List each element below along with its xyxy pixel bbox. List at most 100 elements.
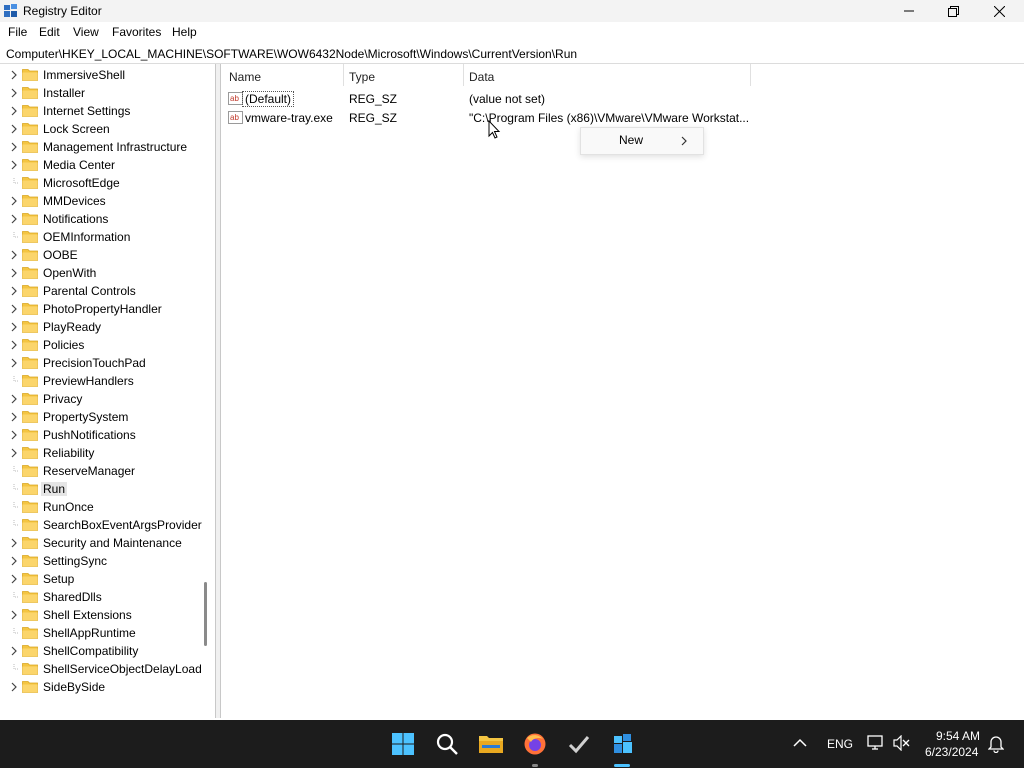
chevron-right-icon[interactable]: [9, 70, 19, 80]
chevron-right-icon[interactable]: [9, 646, 19, 656]
chevron-right-icon[interactable]: [9, 196, 19, 206]
tree-item[interactable]: Setup: [0, 570, 200, 588]
column-header-type[interactable]: Type: [349, 70, 375, 84]
tree-item[interactable]: ReserveManager: [0, 462, 200, 480]
tree-item[interactable]: Run: [0, 480, 200, 498]
chevron-right-icon[interactable]: [9, 430, 19, 440]
menu-view[interactable]: View: [73, 25, 99, 39]
chevron-right-icon[interactable]: [9, 286, 19, 296]
tree-item[interactable]: Media Center: [0, 156, 200, 174]
tree-item[interactable]: Shell Extensions: [0, 606, 200, 624]
folder-icon: [22, 69, 38, 81]
chevron-right-icon[interactable]: [9, 448, 19, 458]
chevron-right-icon[interactable]: [9, 106, 19, 116]
chevron-right-icon[interactable]: [9, 268, 19, 278]
notification-bell-icon[interactable]: [988, 735, 1004, 753]
menu-help[interactable]: Help: [172, 25, 197, 39]
address-bar[interactable]: Computer\HKEY_LOCAL_MACHINE\SOFTWARE\WOW…: [0, 44, 1024, 64]
tree-item[interactable]: PropertySystem: [0, 408, 200, 426]
column-divider[interactable]: [463, 64, 464, 86]
value-name: (Default): [241, 91, 295, 107]
tree-item[interactable]: Policies: [0, 336, 200, 354]
column-divider[interactable]: [343, 64, 344, 86]
chevron-right-icon[interactable]: [9, 142, 19, 152]
tree-item[interactable]: PreviewHandlers: [0, 372, 200, 390]
tree-item[interactable]: ShellCompatibility: [0, 642, 200, 660]
taskbar-firefox[interactable]: [521, 730, 549, 758]
chevron-right-icon[interactable]: [9, 682, 19, 692]
chevron-right-icon[interactable]: [9, 214, 19, 224]
folder-icon: [22, 249, 38, 261]
chevron-right-icon[interactable]: [9, 304, 19, 314]
chevron-right-icon[interactable]: [9, 412, 19, 422]
chevron-right-icon[interactable]: [9, 88, 19, 98]
tree-item[interactable]: MicrosoftEdge: [0, 174, 200, 192]
tree-item[interactable]: SideBySide: [0, 678, 200, 696]
tree-item[interactable]: SettingSync: [0, 552, 200, 570]
tree-item[interactable]: MMDevices: [0, 192, 200, 210]
chevron-right-icon[interactable]: [9, 124, 19, 134]
tree-item[interactable]: Security and Maintenance: [0, 534, 200, 552]
volume-muted-icon[interactable]: [893, 735, 911, 751]
chevron-right-icon[interactable]: [9, 574, 19, 584]
column-header-data[interactable]: Data: [469, 70, 494, 84]
tree-item[interactable]: Management Infrastructure: [0, 138, 200, 156]
tree-item[interactable]: OOBE: [0, 246, 200, 264]
menu-favorites[interactable]: Favorites: [112, 25, 161, 39]
tree-item[interactable]: Internet Settings: [0, 102, 200, 120]
context-menu-new[interactable]: New: [619, 133, 643, 147]
column-header-name[interactable]: Name: [229, 70, 261, 84]
tree-item[interactable]: OpenWith: [0, 264, 200, 282]
taskbar-registry-editor[interactable]: [609, 730, 637, 758]
tree-item[interactable]: PrecisionTouchPad: [0, 354, 200, 372]
close-button[interactable]: [976, 0, 1022, 22]
clock-time[interactable]: 9:54 AM: [936, 729, 980, 743]
taskbar-search-button[interactable]: [433, 730, 461, 758]
chevron-right-icon[interactable]: [9, 160, 19, 170]
tree-item[interactable]: SharedDlls: [0, 588, 200, 606]
menu-edit[interactable]: Edit: [39, 25, 60, 39]
chevron-right-icon[interactable]: [9, 538, 19, 548]
chevron-right-icon[interactable]: [9, 610, 19, 620]
language-indicator[interactable]: ENG: [827, 737, 853, 751]
tree-item[interactable]: ShellAppRuntime: [0, 624, 200, 642]
tree-item[interactable]: Reliability: [0, 444, 200, 462]
maximize-button[interactable]: [930, 0, 976, 22]
value-row[interactable]: ab vmware-tray.exe REG_SZ "C:\Program Fi…: [221, 109, 1021, 127]
chevron-right-icon: [681, 136, 687, 146]
chevron-right-icon[interactable]: [9, 556, 19, 566]
value-row[interactable]: ab (Default) REG_SZ (value not set): [221, 90, 1021, 108]
tree-item[interactable]: PushNotifications: [0, 426, 200, 444]
chevron-right-icon[interactable]: [9, 358, 19, 368]
address-path[interactable]: Computer\HKEY_LOCAL_MACHINE\SOFTWARE\WOW…: [6, 47, 577, 61]
chevron-right-icon[interactable]: [9, 340, 19, 350]
tree-item[interactable]: OEMInformation: [0, 228, 200, 246]
tree-item[interactable]: RunOnce: [0, 498, 200, 516]
network-icon[interactable]: [867, 735, 885, 751]
tree-item[interactable]: SearchBoxEventArgsProvider: [0, 516, 202, 534]
clock-date[interactable]: 6/23/2024: [925, 745, 978, 759]
menu-file[interactable]: File: [8, 25, 27, 39]
tree-item[interactable]: PlayReady: [0, 318, 200, 336]
column-divider[interactable]: [750, 64, 751, 86]
show-hidden-icons-chevron-up-icon[interactable]: [793, 738, 807, 748]
values-list[interactable]: Name Type Data ab (Default) REG_SZ (valu…: [220, 64, 1023, 718]
tree-item[interactable]: PhotoPropertyHandler: [0, 300, 200, 318]
start-button[interactable]: [389, 730, 417, 758]
tree-item[interactable]: Lock Screen: [0, 120, 200, 138]
tree-item[interactable]: Parental Controls: [0, 282, 200, 300]
tree-item[interactable]: Notifications: [0, 210, 200, 228]
tree-item[interactable]: ShellServiceObjectDelayLoad: [0, 660, 202, 678]
tree-item[interactable]: ImmersiveShell: [0, 66, 200, 84]
chevron-right-icon[interactable]: [9, 322, 19, 332]
key-tree[interactable]: ImmersiveShell Installer Internet Settings…: [0, 64, 216, 718]
chevron-right-icon[interactable]: [9, 394, 19, 404]
tree-item[interactable]: Installer: [0, 84, 200, 102]
taskbar-file-explorer[interactable]: [477, 730, 505, 758]
tree-vertical-scrollbar[interactable]: [204, 582, 207, 646]
taskbar-checkmark-app[interactable]: [565, 730, 593, 758]
minimize-button[interactable]: [886, 0, 932, 22]
chevron-right-icon[interactable]: [9, 250, 19, 260]
tree-item[interactable]: Privacy: [0, 390, 200, 408]
folder-icon: [22, 375, 38, 387]
